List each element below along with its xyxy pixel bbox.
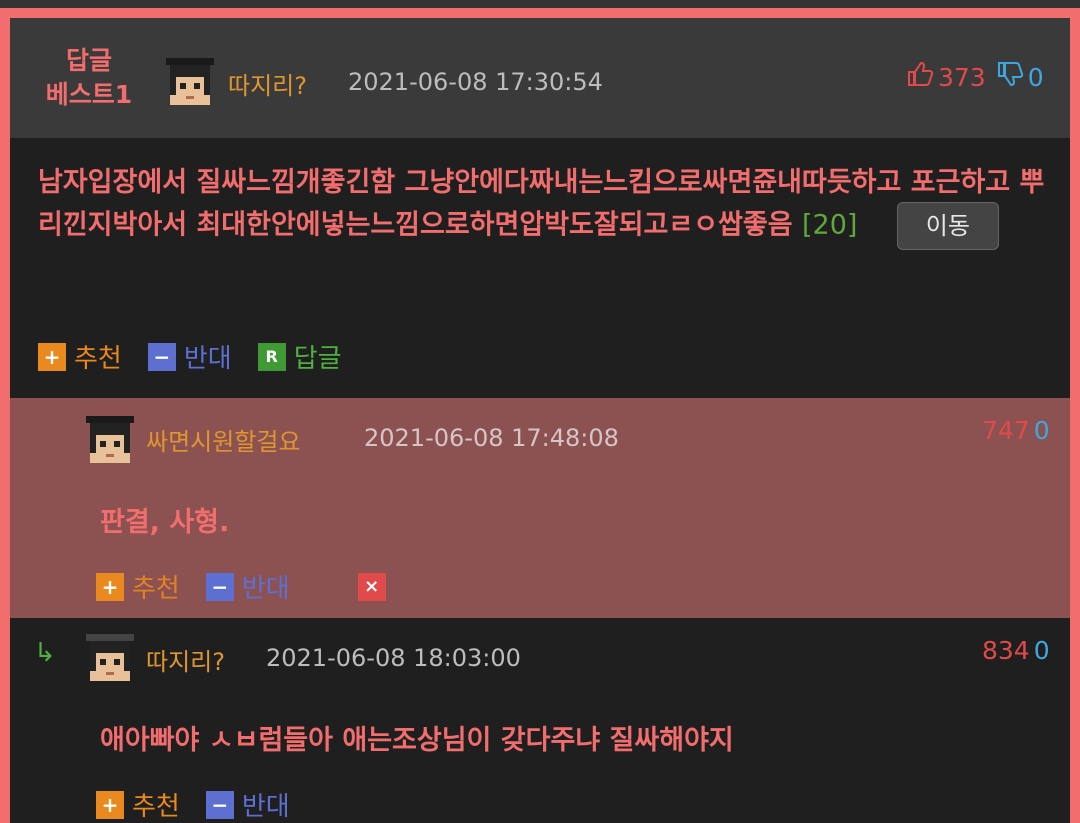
recommend-button[interactable]: + 추천 [96,786,180,823]
comment-frame: 답글 베스트1 따지리? 2021-06-08 17:30:54 373 0 남… [0,8,1080,823]
reply-icon: R [257,342,286,371]
recommend-button[interactable]: + 추천 [96,568,180,605]
comment-content: 남자입장에서 질싸느낌개좋긴함 그냥안에다짜내는느킴으로싸면쥰내따듯하고 포근하… [38,167,1045,241]
vote-counter: 373 0 [906,60,1044,94]
plus-icon: + [96,790,124,819]
best-reply-badge: 답글 베스트1 [34,44,144,112]
reply-arrow-icon: ↳ [34,638,56,668]
commenter-nickname[interactable]: 따지리? [146,642,225,677]
oppose-button[interactable]: − 반대 [147,338,232,375]
reply-count: [20] [802,209,858,241]
best-badge-line2: 베스트1 [45,80,133,109]
commenter-nickname[interactable]: 따지리? [228,66,307,101]
comment-actions: + 추천 − 반대 R 답글 [38,338,342,375]
downvote-count: 0 [1033,636,1050,665]
minus-icon: − [147,342,176,371]
minus-icon: − [205,572,234,601]
reply-comment: ↳ 따지리? 2021-06-08 18:03:00 834 0 애아빠야 ㅅㅂ… [10,618,1070,823]
comment-timestamp: 2021-06-08 17:48:08 [364,424,619,452]
oppose-button[interactable]: − 반대 [205,786,290,823]
comment-text: 남자입장에서 질싸느낌개좋긴함 그냥안에다짜내는느킴으로싸면쥰내따듯하고 포근하… [38,164,1058,250]
minus-icon: − [205,790,234,819]
comment-timestamp: 2021-06-08 17:30:54 [348,68,603,96]
user-avatar-icon [84,632,136,684]
thumbs-down-icon[interactable] [996,60,1024,94]
reply-comment: 싸면시원할걸요 2021-06-08 17:48:08 747 0 판결, 사형… [10,398,1070,618]
recommend-label: 추천 [132,574,180,604]
plus-icon: + [38,342,66,371]
downvote-count: 0 [1033,416,1050,445]
oppose-label: 반대 [183,344,232,374]
comment-content: 판결, 사형. [100,507,230,538]
vote-counter: 747 0 [982,416,1050,445]
delete-button[interactable]: × [357,568,386,605]
commenter-nickname[interactable]: 싸면시원할걸요 [146,422,301,457]
upvote-count: 747 [982,416,1030,445]
thumbs-up-icon[interactable] [906,60,934,94]
comment-content: 애아빠야 ㅅㅂ럼들아 애는조상님이 갖다주냐 질싸해야지 [100,725,734,756]
best-badge-line1: 답글 [65,46,112,75]
comment-timestamp: 2021-06-08 18:03:00 [266,644,521,672]
upvote-count: 834 [982,636,1030,665]
reply-label: 답글 [293,344,342,374]
comment-actions: + 추천 − 반대 [96,786,290,823]
downvote-count: 0 [1027,62,1044,92]
close-icon: × [357,572,386,601]
user-avatar-icon [84,414,136,466]
move-button[interactable]: 이동 [896,202,999,250]
recommend-button[interactable]: + 추천 [38,338,122,375]
oppose-button[interactable]: − 반대 [205,568,290,605]
vote-counter: 834 0 [982,636,1050,665]
upvote-count: 373 [938,62,986,92]
user-avatar-icon [164,56,216,108]
plus-icon: + [96,572,124,601]
reply-button[interactable]: R 답글 [257,338,342,375]
comment-actions: + 추천 − 반대 × [96,568,386,605]
recommend-label: 추천 [132,792,180,822]
oppose-label: 반대 [241,574,290,604]
oppose-label: 반대 [241,792,290,822]
best-comment-header: 답글 베스트1 따지리? 2021-06-08 17:30:54 373 0 [10,18,1070,138]
recommend-label: 추천 [74,344,122,374]
best-comment-body: 남자입장에서 질싸느낌개좋긴함 그냥안에다짜내는느킴으로싸면쥰내따듯하고 포근하… [10,138,1070,398]
